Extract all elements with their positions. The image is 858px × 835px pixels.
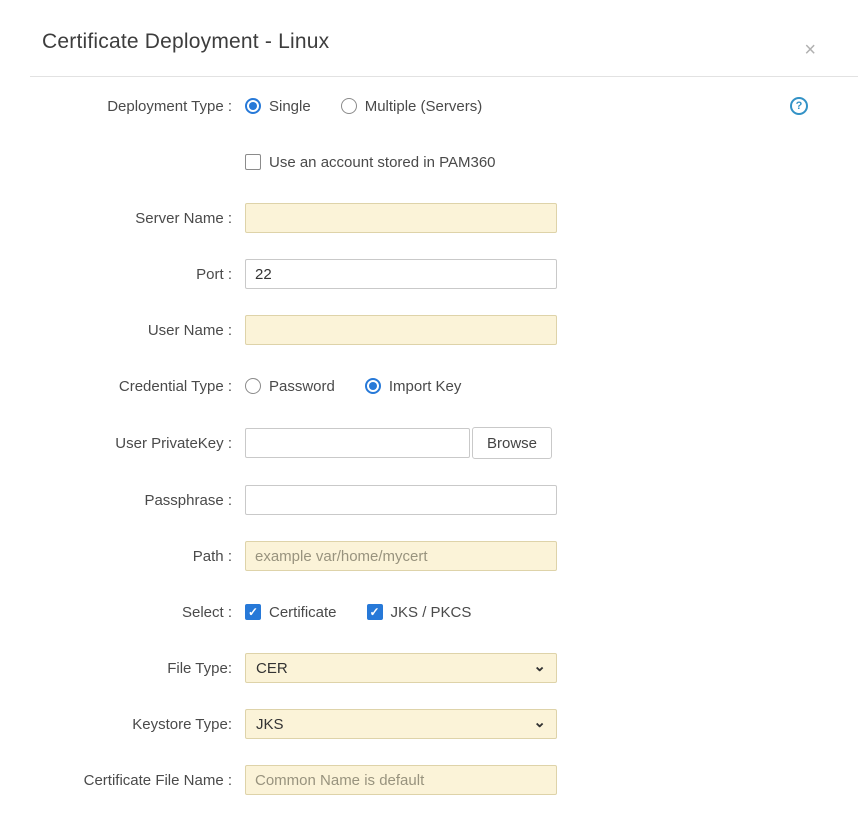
port-input[interactable] [245,259,557,289]
server-name-label: Server Name : [0,210,232,227]
credential-type-radio-group: Password Import Key [245,378,461,395]
private-key-input[interactable] [245,428,470,458]
path-row: Path : [0,541,808,571]
checkbox-icon[interactable] [245,154,261,170]
radio-option-label: Import Key [389,378,462,395]
radio-option-label: Multiple (Servers) [365,98,483,115]
deployment-type-radio-group: Single Multiple (Servers) [245,98,482,115]
user-name-label: User Name : [0,322,232,339]
keystore-type-label: Keystore Type: [0,716,232,733]
chevron-down-icon: ⌄ [533,715,546,730]
deployment-type-label: Deployment Type : [0,98,232,115]
radio-option-label: Password [269,378,335,395]
private-key-label: User PrivateKey : [0,435,232,452]
checkbox-option-label: Use an account stored in PAM360 [269,154,496,171]
dialog-title: Certificate Deployment - Linux [42,30,828,54]
deployment-type-row: Deployment Type : Single Multiple (Server… [0,91,808,121]
pam-account-row: Use an account stored in PAM360 [0,147,808,177]
file-type-select[interactable]: CER ⌄ [245,653,557,683]
server-name-input[interactable] [245,203,557,233]
server-name-row: Server Name : [0,203,808,233]
credential-type-row: Credential Type : Password Import Key [0,371,808,401]
credential-type-label: Credential Type : [0,378,232,395]
radio-icon[interactable] [245,378,261,394]
select-checkbox-group: ✓ Certificate ✓ JKS / PKCS [245,604,471,621]
checkbox-option-label: JKS / PKCS [391,604,472,621]
select-label: Select : [0,604,232,621]
cert-file-name-row: Certificate File Name : [0,765,808,795]
checkbox-icon[interactable]: ✓ [245,604,261,620]
keystore-type-selected-value: JKS [256,716,284,733]
help-icon[interactable]: ? [790,97,808,115]
checkbox-option-label: Certificate [269,604,337,621]
port-row: Port : [0,259,808,289]
file-type-row: File Type: CER ⌄ [0,653,808,683]
radio-icon[interactable] [341,98,357,114]
dialog-header: Certificate Deployment - Linux × [0,0,858,76]
radio-option[interactable]: Import Key [365,378,462,395]
private-key-row: User PrivateKey : Browse [0,427,808,459]
port-label: Port : [0,266,232,283]
checkbox-icon[interactable]: ✓ [367,604,383,620]
browse-button[interactable]: Browse [472,427,552,459]
path-input[interactable] [245,541,557,571]
select-row: Select : ✓ Certificate ✓ JKS / PKCS [0,597,808,627]
radio-option[interactable]: Password [245,378,335,395]
checkbox-option[interactable]: ✓ JKS / PKCS [367,604,472,621]
radio-icon[interactable] [245,98,261,114]
keystore-type-row: Keystore Type: JKS ⌄ [0,709,808,739]
radio-option[interactable]: Single [245,98,311,115]
keystore-type-select[interactable]: JKS ⌄ [245,709,557,739]
passphrase-label: Passphrase : [0,492,232,509]
user-name-input[interactable] [245,315,557,345]
radio-option-label: Single [269,98,311,115]
deployment-form: Deployment Type : Single Multiple (Server… [0,77,858,795]
file-type-label: File Type: [0,660,232,677]
cert-file-name-label: Certificate File Name : [0,772,232,789]
checkbox-option[interactable]: Use an account stored in PAM360 [245,154,496,171]
path-label: Path : [0,548,232,565]
file-type-selected-value: CER [256,660,288,677]
close-icon[interactable]: × [804,40,816,60]
radio-option[interactable]: Multiple (Servers) [341,98,483,115]
cert-file-name-input[interactable] [245,765,557,795]
radio-icon[interactable] [365,378,381,394]
passphrase-row: Passphrase : [0,485,808,515]
chevron-down-icon: ⌄ [533,659,546,674]
user-name-row: User Name : [0,315,808,345]
pam-account-checkbox-group: Use an account stored in PAM360 [245,154,496,171]
certificate-deployment-dialog: Certificate Deployment - Linux × Deploym… [0,0,858,835]
checkbox-option[interactable]: ✓ Certificate [245,604,337,621]
passphrase-input[interactable] [245,485,557,515]
